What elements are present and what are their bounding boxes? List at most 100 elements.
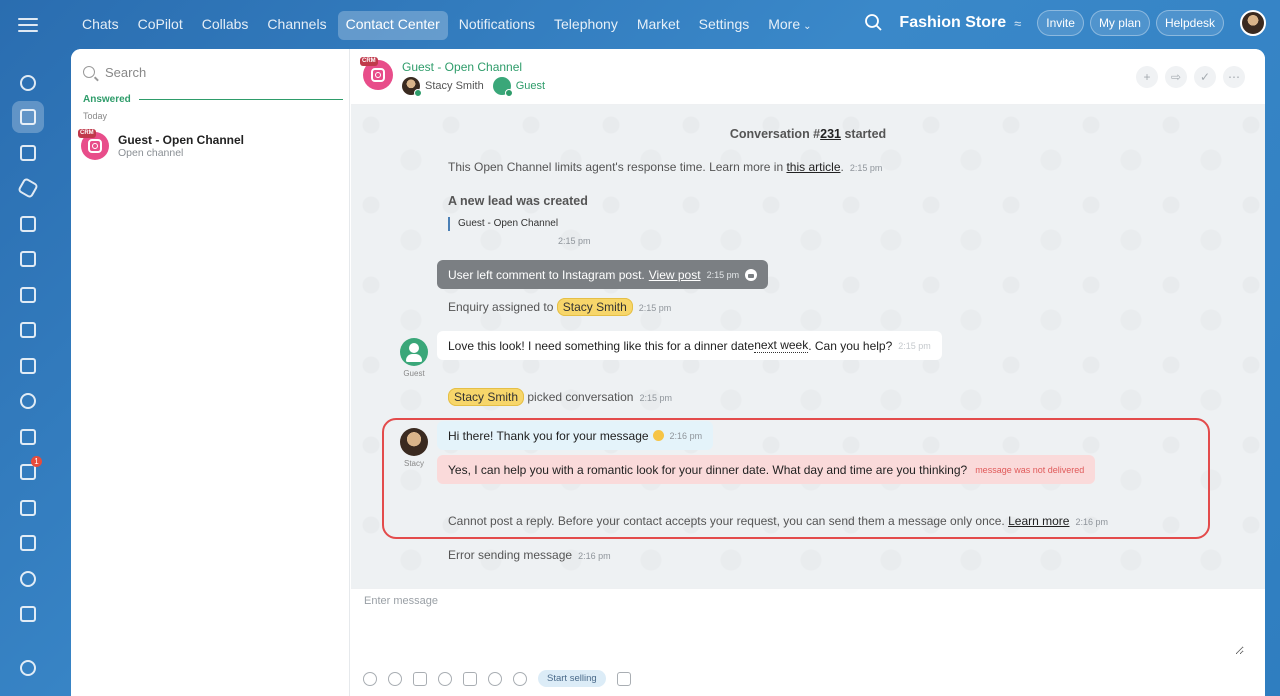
instagram-icon: [88, 139, 102, 153]
crm-badge: CRM: [360, 57, 378, 66]
agent-message-text: Hi there! Thank you for your message: [448, 428, 649, 443]
online-dot: [414, 89, 422, 97]
view-post-link[interactable]: View post: [649, 268, 701, 282]
invite-button[interactable]: Invite: [1037, 10, 1084, 36]
search-icon: [83, 66, 95, 78]
template-icon[interactable]: [413, 671, 427, 686]
instagram-avatar: CRM: [78, 129, 109, 160]
rail-item-chats[interactable]: [12, 101, 44, 133]
conversation-title[interactable]: Guest - Open Channel: [402, 60, 522, 74]
contact-icon[interactable]: [388, 671, 402, 686]
nav-more[interactable]: More ⌄: [760, 11, 819, 40]
rail-item-shop[interactable]: [12, 527, 44, 559]
left-icon-rail: 1: [0, 50, 56, 696]
composer-toolbar: Start selling: [363, 670, 631, 687]
rail-item-feed[interactable]: [12, 137, 44, 169]
search-icon[interactable]: [861, 10, 887, 36]
rail-item-funnels[interactable]: 1: [12, 456, 44, 488]
rail-item-docs[interactable]: [12, 243, 44, 275]
chat-list-item[interactable]: CRM Guest - Open Channel Open channel: [78, 129, 343, 163]
section-date: Today: [83, 111, 108, 121]
crm-badge: CRM: [78, 129, 96, 138]
guest-avatar[interactable]: [492, 77, 513, 97]
timestamp: 2:15 pm: [706, 269, 740, 280]
mail-icon: [20, 358, 36, 374]
nav-copilot[interactable]: CoPilot: [130, 11, 191, 40]
agent-avatar[interactable]: [400, 428, 428, 456]
rail-item-cart[interactable]: [12, 598, 44, 630]
gear-icon: [20, 660, 36, 676]
forward-button[interactable]: ⇨: [1165, 66, 1187, 88]
top-right-controls: Fashion Store ≈ Invite My plan Helpdesk: [861, 10, 1266, 36]
rail-item-booking[interactable]: [12, 492, 44, 524]
instagram-avatar[interactable]: CRM: [360, 57, 393, 90]
nav-market[interactable]: Market: [629, 11, 688, 40]
channel-dot: [504, 89, 513, 97]
store-title[interactable]: Fashion Store: [899, 14, 1006, 32]
guest-avatar[interactable]: [400, 338, 428, 366]
learn-more-link[interactable]: Learn more: [1008, 514, 1069, 528]
nav-notifications[interactable]: Notifications: [451, 11, 543, 40]
agent-name-tag[interactable]: Stacy Smith: [556, 298, 633, 316]
nav-channels[interactable]: Channels: [259, 11, 334, 40]
knowledge-base-icon[interactable]: [463, 671, 477, 686]
menu-icon[interactable]: [16, 14, 40, 36]
lightning-icon[interactable]: [513, 671, 527, 686]
wave-icon[interactable]: ≈: [1014, 16, 1021, 31]
article-link[interactable]: this article: [786, 160, 840, 174]
agent-message: Hi there! Thank you for your message 2:16…: [437, 421, 714, 450]
rail-item-contacts[interactable]: [12, 385, 44, 417]
attach-icon[interactable]: [363, 671, 377, 686]
nav-contact-center[interactable]: Contact Center: [337, 11, 448, 40]
rail-item-sync[interactable]: [12, 67, 44, 99]
chat-icon: [20, 109, 36, 125]
sync-icon: [20, 75, 36, 91]
assigned-notice: Enquiry assigned to Stacy Smith 2:15 pm: [448, 298, 671, 316]
instagram-icon: [371, 68, 385, 82]
chat-subtitle: Open channel: [118, 146, 184, 159]
rail-item-boards[interactable]: [12, 279, 44, 311]
more-button[interactable]: ⋯: [1223, 66, 1245, 88]
start-selling-button[interactable]: Start selling: [538, 670, 606, 687]
lead-quote[interactable]: Guest - Open Channel: [448, 217, 558, 231]
agent-avatar[interactable]: [402, 77, 422, 97]
error-text: Cannot post a reply. Before your contact…: [448, 514, 1009, 528]
section-title-label: Answered: [83, 94, 131, 105]
message-input[interactable]: [364, 595, 1244, 655]
my-plan-button[interactable]: My plan: [1089, 10, 1150, 36]
instagram-comment-notice: User left comment to Instagram post. View…: [437, 260, 769, 289]
agent-name-tag[interactable]: Stacy Smith: [448, 388, 525, 406]
rail-item-settings[interactable]: [12, 652, 44, 684]
send-error-notice: Error sending message 2:16 pm: [448, 548, 611, 562]
user-avatar[interactable]: [1240, 10, 1266, 36]
nav-settings[interactable]: Settings: [691, 11, 758, 40]
rail-item-crm[interactable]: [12, 172, 44, 204]
nav-chats[interactable]: Chats: [74, 11, 127, 40]
conversation-header: CRM Guest - Open Channel Stacy Smith Gue…: [351, 49, 1265, 105]
nav-telephony[interactable]: Telephony: [546, 11, 626, 40]
helpdesk-button[interactable]: Helpdesk: [1155, 10, 1224, 36]
hidden-message-icon[interactable]: [488, 671, 502, 686]
add-user-button[interactable]: +: [1136, 66, 1158, 88]
header-actions: + ⇨ ✓ ⋯: [1136, 66, 1245, 88]
date-link[interactable]: next week: [754, 338, 809, 353]
search-input[interactable]: Search: [83, 62, 333, 82]
finish-button[interactable]: ✓: [1194, 66, 1216, 88]
agent-name[interactable]: Stacy Smith: [425, 80, 484, 92]
guest-message-text: Love this look! I need something like th…: [448, 338, 755, 353]
rail-item-mail[interactable]: [12, 350, 44, 382]
reply-error-notice: Cannot post a reply. Before your contact…: [448, 514, 1108, 528]
chat-bubble-icon[interactable]: [616, 671, 631, 686]
conversation-number[interactable]: 231: [820, 127, 841, 141]
rail-item-drive[interactable]: [12, 314, 44, 346]
guest-name[interactable]: Guest: [516, 80, 545, 92]
nav-collabs[interactable]: Collabs: [194, 11, 257, 40]
timestamp: 2:16 pm: [1075, 517, 1108, 527]
checkbox-icon: [20, 429, 36, 445]
rail-item-calendar[interactable]: [12, 208, 44, 240]
agent-message-text: Yes, I can help you with a romantic look…: [448, 462, 968, 477]
emoji-icon[interactable]: [438, 671, 452, 686]
rail-item-tasks[interactable]: [12, 421, 44, 453]
notice-text: This Open Channel limits agent's respons…: [448, 160, 787, 174]
rail-item-marketing[interactable]: [12, 563, 44, 595]
